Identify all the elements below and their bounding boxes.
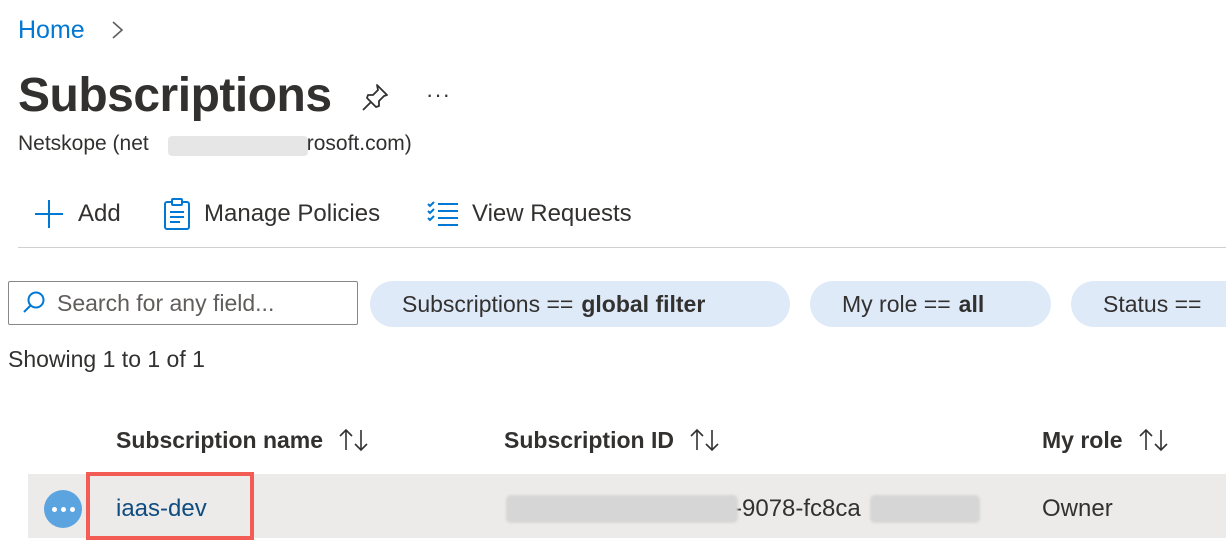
column-header-label: Subscription ID (504, 427, 674, 453)
my-role-cell: Owner (1042, 495, 1113, 522)
row-more-options-icon[interactable] (44, 490, 82, 528)
redacted-block (506, 495, 738, 523)
column-header-subscription-name[interactable]: Subscription name (116, 424, 371, 456)
filter-pill-key: Status == (1103, 290, 1202, 317)
more-options-icon[interactable]: ··· (426, 80, 451, 110)
search-icon (23, 291, 45, 313)
filter-pill-value: all (958, 290, 985, 317)
toolbar-divider (18, 247, 1226, 248)
column-header-my-role[interactable]: My role (1042, 424, 1171, 456)
subscription-id-visible: -9078-fc8ca (734, 495, 861, 522)
subscription-name-link[interactable]: iaas-dev (116, 493, 207, 525)
manage-policies-button[interactable]: Manage Policies (162, 192, 380, 236)
tenant-domain: rosoft.com) (306, 132, 412, 155)
filter-pill-status[interactable]: Status == (1071, 281, 1226, 327)
filter-pill-value: global filter (581, 290, 706, 317)
page-title: Subscriptions (18, 69, 332, 122)
add-button[interactable]: Add (32, 192, 121, 236)
chevron-right-icon (112, 21, 124, 39)
filter-pill-key: Subscriptions == (402, 290, 574, 317)
pin-icon[interactable] (358, 82, 392, 112)
manage-policies-label: Manage Policies (204, 200, 381, 227)
column-header-subscription-id[interactable]: Subscription ID (504, 424, 722, 456)
results-count: Showing 1 to 1 of 1 (8, 346, 205, 372)
filter-pill-my-role[interactable]: My role == all (810, 281, 1051, 327)
column-header-label: Subscription name (116, 427, 324, 453)
search-input[interactable] (57, 289, 337, 317)
add-label: Add (78, 200, 121, 227)
sort-icon[interactable] (1137, 427, 1171, 453)
view-requests-label: View Requests (472, 200, 632, 227)
clipboard-icon (164, 198, 190, 230)
filter-pill-subscriptions[interactable]: Subscriptions == global filter (370, 281, 790, 327)
tenant-name: Netskope (net (18, 132, 149, 155)
redacted-block (870, 495, 980, 523)
sort-icon[interactable] (688, 427, 722, 453)
breadcrumb-home-link[interactable]: Home (18, 14, 85, 46)
list-icon (427, 201, 458, 226)
search-box[interactable] (8, 281, 358, 325)
plus-icon (35, 200, 63, 228)
redacted-block (168, 136, 308, 156)
view-requests-button[interactable]: View Requests (426, 192, 632, 236)
column-header-label: My role (1042, 427, 1123, 453)
filter-pill-key: My role == (842, 290, 951, 317)
sort-icon[interactable] (337, 427, 371, 453)
